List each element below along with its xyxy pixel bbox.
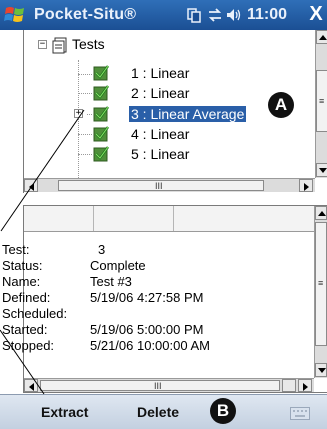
connectivity-icon[interactable]	[186, 7, 202, 23]
scroll-thumb[interactable]: ≡	[315, 222, 327, 346]
app-title: Pocket-Situ®	[34, 6, 137, 23]
detail-label: Status:	[2, 258, 43, 273]
detail-label: Name:	[2, 274, 41, 289]
details-horizontal-scrollbar[interactable]: III	[24, 378, 314, 392]
detail-label: Stopped:	[2, 338, 55, 353]
grip-mark: III	[155, 181, 163, 191]
test-check-icon	[93, 106, 110, 122]
test-check-icon	[93, 65, 110, 81]
scroll-left-button[interactable]	[24, 379, 38, 392]
detail-label: Scheduled:	[2, 306, 68, 321]
scroll-thumb[interactable]: III	[58, 180, 264, 191]
test-check-icon	[93, 146, 110, 162]
scroll-thumb[interactable]: III	[40, 380, 280, 391]
extract-softkey[interactable]: Extract	[41, 404, 88, 420]
detail-value: Complete	[90, 258, 146, 273]
scroll-thumb[interactable]: ≡	[316, 70, 327, 132]
test-check-icon	[93, 85, 110, 101]
tree-connector	[78, 134, 92, 135]
test-check-icon	[93, 126, 110, 142]
detail-value: 3	[98, 242, 106, 257]
tree-collapse-toggle[interactable]: −	[38, 40, 47, 49]
delete-softkey[interactable]: Delete	[137, 404, 179, 420]
test-details-pane: Test: 3 Status: Complete Name: Test #3 D…	[2, 205, 327, 393]
keyboard-icon[interactable]	[290, 407, 310, 420]
grip-mark: ≡	[319, 96, 325, 106]
detail-value: 5/19/06 4:27:58 PM	[90, 290, 204, 305]
sync-icon[interactable]	[207, 7, 223, 23]
clock: 11:00	[247, 6, 288, 23]
grip-mark: ≡	[318, 278, 324, 288]
column-header[interactable]	[24, 206, 94, 231]
tree-root-label[interactable]: Tests	[72, 36, 105, 52]
tree-item-4[interactable]: 4 : Linear	[131, 126, 189, 142]
softkey-menu-bar: Extract Delete	[0, 394, 327, 429]
detail-label: Test:	[2, 242, 30, 257]
tree-expand-toggle[interactable]: +	[74, 109, 83, 118]
scroll-step-button[interactable]	[282, 379, 296, 392]
grip-mark: III	[154, 381, 162, 391]
tree-vertical-scrollbar[interactable]: ≡	[315, 30, 327, 178]
callout-a: A	[268, 92, 294, 118]
detail-value: 5/19/06 5:00:00 PM	[90, 322, 204, 337]
tree-item-2[interactable]: 2 : Linear	[131, 85, 189, 101]
tree-item-1[interactable]: 1 : Linear	[131, 65, 189, 81]
tree-item-5[interactable]: 5 : Linear	[131, 146, 189, 162]
scroll-up-button[interactable]	[316, 30, 327, 44]
tree-connector	[78, 93, 92, 94]
column-header[interactable]	[94, 206, 174, 231]
detail-value: 5/21/06 10:00:00 AM	[90, 338, 210, 353]
speaker-icon[interactable]	[226, 7, 242, 23]
windows-start-icon[interactable]	[4, 5, 26, 25]
scroll-down-button[interactable]	[316, 163, 327, 177]
scroll-left-button[interactable]	[24, 179, 38, 192]
details-column-header	[24, 206, 314, 232]
detail-value: Test #3	[90, 274, 132, 289]
tree-item-3[interactable]: 3 : Linear Average	[129, 106, 247, 122]
tree-connector	[78, 60, 79, 178]
scroll-down-button[interactable]	[315, 363, 327, 377]
scroll-up-button[interactable]	[315, 206, 327, 220]
tree-connector	[78, 154, 92, 155]
detail-label: Defined:	[2, 290, 51, 305]
tree-connector	[78, 74, 92, 75]
scroll-right-button[interactable]	[299, 179, 313, 192]
scroll-right-button[interactable]	[298, 379, 312, 392]
title-bar: Pocket-Situ® 11:00 X	[0, 0, 327, 30]
details-vertical-scrollbar[interactable]: ≡	[314, 206, 327, 378]
tree-horizontal-scrollbar[interactable]: III	[24, 178, 315, 192]
close-button[interactable]: X	[305, 3, 327, 26]
callout-b: B	[210, 398, 236, 424]
folder-icon	[52, 37, 67, 54]
detail-label: Started:	[2, 322, 48, 337]
